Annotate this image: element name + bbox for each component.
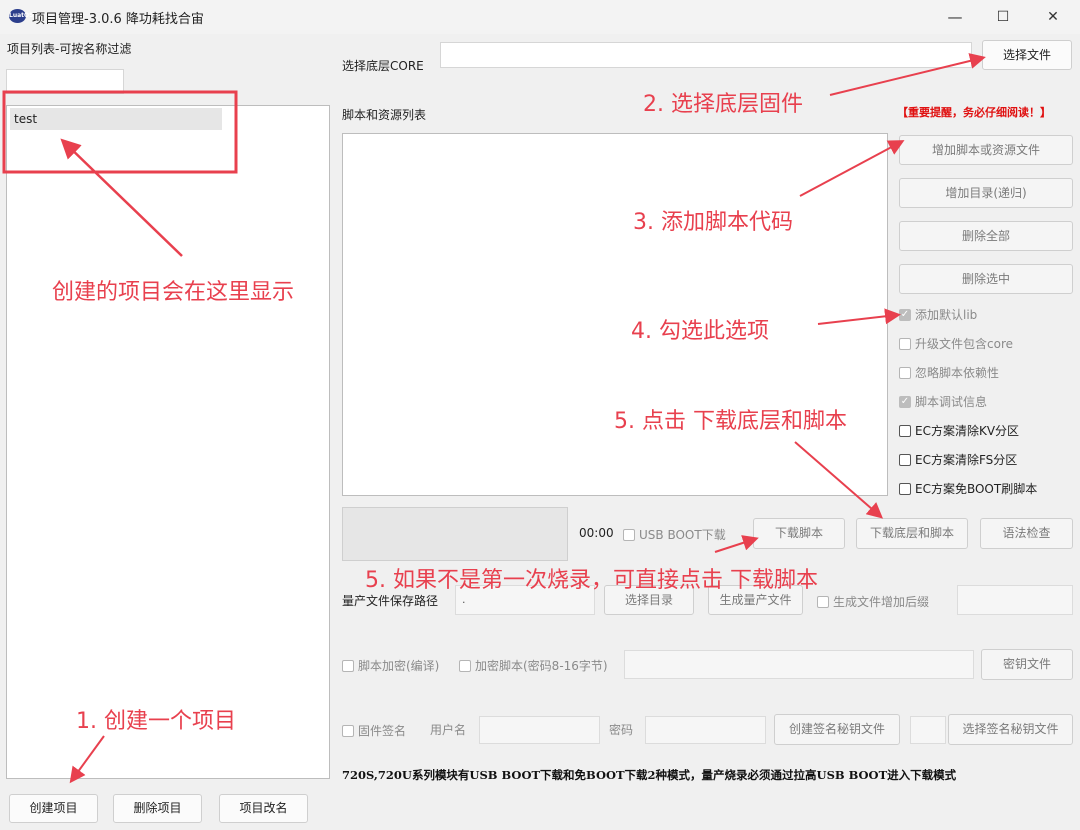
key-file-button[interactable]: 密钥文件 — [981, 649, 1073, 680]
option-include-core[interactable]: 升级文件包含core — [899, 335, 1013, 352]
choose-sign-key-button[interactable]: 选择签名秘钥文件 — [948, 714, 1073, 745]
production-path-label: 量产文件保存路径 — [342, 594, 439, 608]
password-input[interactable] — [645, 716, 766, 744]
checkbox-icon — [899, 453, 911, 466]
usb-boot-checkbox[interactable]: USB BOOT下载 — [623, 526, 726, 543]
remove-all-button[interactable]: 删除全部 — [899, 221, 1073, 251]
maximize-button[interactable]: ☐ — [980, 0, 1026, 34]
option-add-default-lib[interactable]: ✓ 添加默认lib — [899, 306, 977, 323]
syntax-check-button[interactable]: 语法检查 — [980, 518, 1073, 549]
checkbox-icon — [899, 366, 911, 379]
download-core-and-script-button[interactable]: 下载底层和脚本 — [856, 518, 968, 549]
script-encrypt-compile-checkbox[interactable]: 脚本加密(编译) — [342, 657, 439, 674]
close-button[interactable]: ✕ — [1030, 0, 1076, 34]
encryption-key-input[interactable] — [624, 650, 974, 679]
core-label: 选择底层CORE — [342, 59, 424, 73]
delete-project-button[interactable]: 删除项目 — [113, 794, 202, 823]
checkbox-icon — [342, 724, 354, 737]
remove-selected-button[interactable]: 删除选中 — [899, 264, 1073, 294]
encrypt-script-checkbox[interactable]: 加密脚本(密码8-16字节) — [459, 657, 608, 674]
checkbox-icon: ✓ — [899, 395, 911, 408]
annotation-step-2: 2. 选择底层固件 — [643, 92, 803, 117]
checkbox-icon: ✓ — [899, 308, 911, 321]
app-logo-icon: LuatOS — [9, 9, 33, 23]
add-directory-button[interactable]: 增加目录(递归) — [899, 178, 1073, 208]
add-script-file-button[interactable]: 增加脚本或资源文件 — [899, 135, 1073, 165]
project-list[interactable] — [6, 105, 330, 779]
project-filter-input[interactable] — [6, 69, 124, 94]
script-file-list[interactable] — [342, 133, 888, 496]
annotation-step-4: 4. 勾选此选项 — [631, 319, 769, 344]
footer-note: 720S,720U系列模块有USB BOOT下载和免BOOT下载2种模式，量产烧… — [342, 768, 957, 782]
checkbox-icon — [459, 659, 471, 672]
option-ignore-dependency[interactable]: 忽略脚本依赖性 — [899, 364, 999, 381]
progress-area — [342, 507, 568, 561]
create-project-button[interactable]: 创建项目 — [9, 794, 98, 823]
download-timer: 00:00 — [579, 526, 614, 540]
important-warning[interactable]: 【重要提醒，务必仔细阅读！】 — [897, 104, 1051, 120]
select-core-file-button[interactable]: 选择文件 — [982, 40, 1072, 70]
checkbox-icon — [623, 528, 635, 541]
option-no-boot-flash[interactable]: EC方案免BOOT刷脚本 — [899, 480, 1037, 497]
script-list-label: 脚本和资源列表 — [342, 108, 427, 122]
checkbox-icon — [817, 595, 829, 608]
firmware-sign-checkbox[interactable]: 固件签名 — [342, 722, 406, 739]
rename-project-button[interactable]: 项目改名 — [219, 794, 308, 823]
checkbox-icon — [342, 659, 354, 672]
add-suffix-checkbox[interactable]: 生成文件增加后缀 — [817, 593, 929, 610]
password-label: 密码 — [609, 723, 634, 737]
checkbox-icon — [899, 482, 911, 495]
annotation-step-1: 1. 创建一个项目 — [76, 709, 236, 734]
checkbox-icon — [899, 337, 911, 350]
annotation-project-display: 创建的项目会在这里显示 — [52, 280, 295, 305]
project-name: test — [14, 112, 38, 126]
annotation-step-5b: 5. 如果不是第一次烧录，可直接点击 下载脚本 — [365, 568, 818, 593]
username-label: 用户名 — [430, 723, 467, 737]
username-input[interactable] — [479, 716, 600, 744]
minimize-button[interactable]: — — [932, 0, 978, 34]
create-sign-key-button[interactable]: 创建签名秘钥文件 — [774, 714, 900, 745]
option-debug-info[interactable]: ✓ 脚本调试信息 — [899, 393, 987, 410]
project-list-item[interactable]: test — [10, 108, 222, 130]
project-list-header: 项目列表-可按名称过滤 — [7, 42, 132, 56]
core-path-input[interactable] — [440, 42, 972, 68]
annotation-step-3: 3. 添加脚本代码 — [633, 210, 793, 235]
annotation-step-5: 5. 点击 下载底层和脚本 — [614, 409, 847, 434]
option-clear-fs[interactable]: EC方案清除FS分区 — [899, 451, 1017, 468]
sign-key-path-input[interactable] — [910, 716, 946, 744]
option-clear-kv[interactable]: EC方案清除KV分区 — [899, 422, 1019, 439]
window-title: 项目管理-3.0.6 降功耗找合宙 — [32, 12, 204, 27]
checkbox-icon — [899, 424, 911, 437]
suffix-input[interactable] — [957, 585, 1073, 615]
download-script-button[interactable]: 下载脚本 — [753, 518, 845, 549]
